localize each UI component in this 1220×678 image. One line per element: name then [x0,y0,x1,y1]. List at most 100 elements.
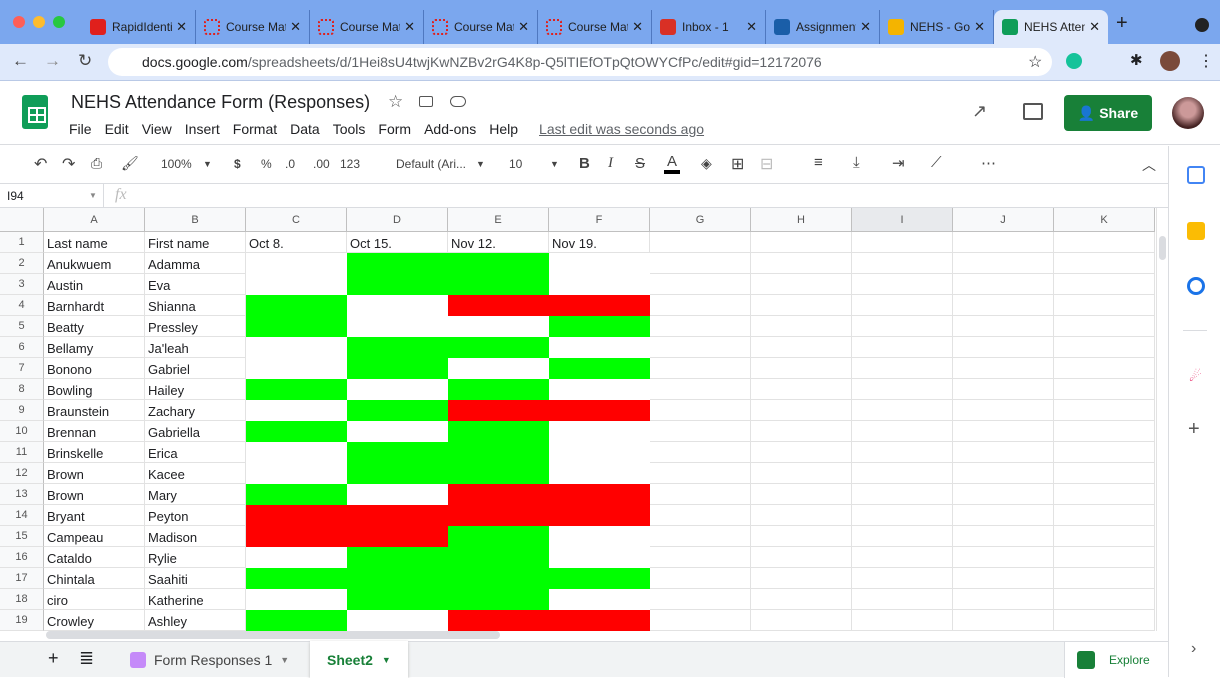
cell[interactable] [549,547,650,568]
bookmark-star-icon[interactable]: ☆ [1028,52,1042,72]
column-header-h[interactable]: H [751,208,852,232]
fill-color-icon[interactable]: ◈ [701,155,712,172]
cell[interactable] [347,358,448,379]
redo-icon[interactable]: ↷ [62,154,75,174]
cell[interactable]: Hailey [145,379,246,400]
url-input[interactable]: docs.google.com/spreadsheets/d/1Hei8sU4t… [108,48,1052,76]
cell[interactable] [1054,442,1155,463]
vertical-scrollbar[interactable] [1156,208,1168,631]
cell[interactable]: Bryant [44,505,145,526]
cell[interactable] [448,316,549,337]
row-header[interactable]: 9 [0,400,44,421]
header-cell[interactable] [1054,232,1155,253]
cell[interactable] [246,400,347,421]
minimize-window-button[interactable] [33,16,45,28]
cell[interactable] [650,547,751,568]
cell[interactable] [347,526,448,547]
cell[interactable] [448,295,549,316]
account-avatar[interactable] [1172,97,1204,129]
header-cell[interactable]: Nov 12. [448,232,549,253]
row-header[interactable]: 16 [0,547,44,568]
maximize-window-button[interactable] [53,16,65,28]
close-tab-icon[interactable]: ✕ [290,19,301,35]
cell[interactable] [751,442,852,463]
cell[interactable] [347,568,448,589]
cell[interactable] [650,379,751,400]
cell[interactable] [1054,589,1155,610]
cell[interactable] [953,274,1054,295]
header-cell[interactable]: Last name [44,232,145,253]
header-cell[interactable] [650,232,751,253]
row-header[interactable]: 2 [0,253,44,274]
print-icon[interactable]: ⎙ [91,155,102,172]
cell[interactable] [549,358,650,379]
cell[interactable] [751,568,852,589]
italic-button[interactable]: I [608,155,613,172]
cell[interactable] [1054,547,1155,568]
cell[interactable] [953,253,1054,274]
vertical-align-icon[interactable]: ⤓ [853,154,860,171]
sheet-tab-sheet2[interactable]: Sheet2 ▼ [310,641,408,678]
cell[interactable] [448,505,549,526]
horizontal-scrollbar[interactable] [44,631,1168,641]
cell[interactable] [1054,337,1155,358]
cell[interactable] [549,526,650,547]
cell[interactable] [953,526,1054,547]
header-cell[interactable]: Oct 8. [246,232,347,253]
cell[interactable]: Pressley [145,316,246,337]
browser-tab[interactable]: NEHS - Google Drive✕ [880,10,994,44]
cell[interactable]: Adamma [145,253,246,274]
horizontal-scroll-thumb[interactable] [46,631,500,639]
star-icon[interactable]: ☆ [388,92,403,112]
cell[interactable] [953,421,1054,442]
more-options-button[interactable]: ⋯ [981,154,996,172]
cell[interactable] [448,610,549,631]
menu-form[interactable]: Form [378,121,411,137]
cell[interactable] [549,274,650,295]
strikethrough-button[interactable]: S [635,155,645,172]
cell[interactable] [347,610,448,631]
cell[interactable] [347,253,448,274]
row-header[interactable]: 15 [0,526,44,547]
cell[interactable] [650,526,751,547]
menu-view[interactable]: View [142,121,172,137]
row-header[interactable]: 14 [0,505,44,526]
activity-dashboard-icon[interactable]: ↗ [972,101,987,122]
row-header[interactable]: 10 [0,421,44,442]
sheet-tab-form-responses[interactable]: Form Responses 1 ▼ [116,642,308,678]
browser-menu-icon[interactable]: ⋮ [1198,51,1214,71]
menu-data[interactable]: Data [290,121,320,137]
cell[interactable]: Gabriel [145,358,246,379]
cell[interactable] [852,316,953,337]
row-header[interactable]: 12 [0,463,44,484]
header-cell[interactable] [953,232,1054,253]
cell[interactable] [246,442,347,463]
cell[interactable] [347,484,448,505]
cell[interactable] [347,442,448,463]
row-header[interactable]: 3 [0,274,44,295]
browser-tab[interactable]: Course Materials ✕ [538,10,652,44]
browser-tab[interactable]: RapidIdentity✕ [82,10,196,44]
comments-icon[interactable] [1023,103,1043,120]
cell[interactable] [246,358,347,379]
cell[interactable]: Austin [44,274,145,295]
spreadsheet-grid[interactable]: A B C D E F G H I J K 1 Last name First name Oct 8. Oct… [0,208,1156,631]
cell[interactable] [1054,358,1155,379]
collapse-menu-icon[interactable]: ︿ [1142,155,1156,175]
cell[interactable] [549,568,650,589]
cell[interactable] [852,505,953,526]
cell[interactable]: Anukwuem [44,253,145,274]
cell[interactable] [448,547,549,568]
cell[interactable]: Ashley [145,610,246,631]
cell[interactable] [751,274,852,295]
decrease-decimal-button[interactable]: .0 [285,157,295,171]
profile-avatar[interactable] [1160,51,1180,71]
cell[interactable] [549,484,650,505]
cell[interactable] [650,274,751,295]
row-header[interactable]: 17 [0,568,44,589]
cell[interactable] [953,505,1054,526]
tasks-icon[interactable] [1187,277,1205,295]
browser-tab[interactable]: Assignments ✕ [766,10,880,44]
addon-icon[interactable]: ☄ [1189,368,1202,385]
cell[interactable] [549,316,650,337]
